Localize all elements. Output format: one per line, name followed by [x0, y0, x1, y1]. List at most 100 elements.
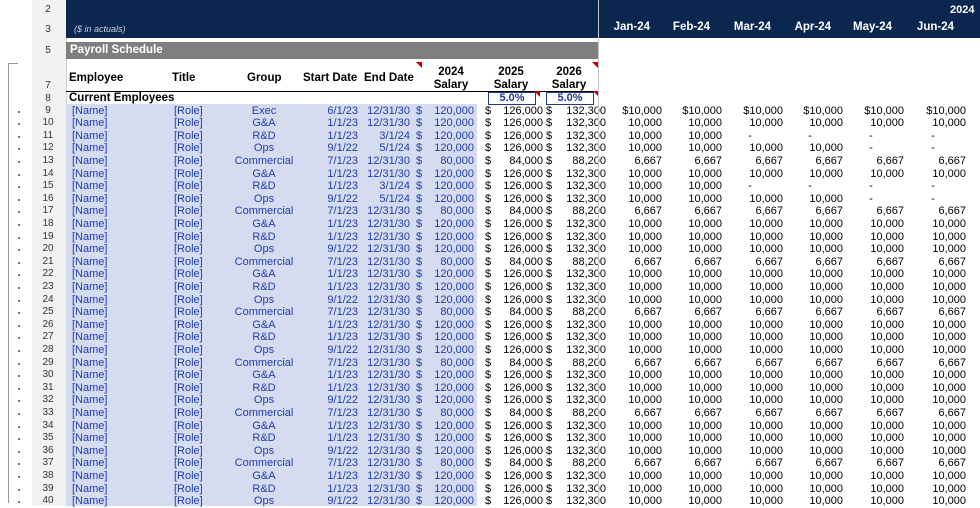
monthly-payroll-cell[interactable]: - [908, 130, 958, 143]
monthly-payroll-cell[interactable]: 6,667 [604, 155, 662, 168]
monthly-payroll-cell[interactable]: 10,000 [785, 117, 843, 130]
salary-2025-cell[interactable]: $126,000 [485, 470, 543, 483]
start-date-cell[interactable]: 7/1/23 [304, 256, 358, 269]
salary-2024-cell[interactable]: $120,000 [416, 445, 474, 458]
monthly-payroll-cell[interactable]: 10,000 [846, 420, 904, 433]
employee-name-cell[interactable]: [Name] [72, 180, 107, 193]
start-date-cell[interactable]: 1/1/23 [304, 180, 358, 193]
monthly-payroll-cell[interactable]: 10,000 [785, 331, 843, 344]
monthly-payroll-cell[interactable]: 10,000 [785, 483, 843, 496]
growth-2025-input[interactable]: 5.0% [488, 92, 536, 105]
salary-2024-cell[interactable]: $120,000 [416, 142, 474, 155]
employee-name-cell[interactable]: [Name] [72, 268, 107, 281]
end-date-cell[interactable]: 12/31/30 [360, 483, 410, 496]
start-date-cell[interactable]: 7/1/23 [304, 205, 358, 218]
end-date-cell[interactable]: 12/31/30 [360, 256, 410, 269]
salary-2026-cell[interactable]: $132,300 [546, 105, 606, 118]
end-date-cell[interactable]: 12/31/30 [360, 168, 410, 181]
group-cell[interactable]: Ops [214, 445, 314, 458]
monthly-payroll-cell[interactable]: 10,000 [908, 243, 966, 256]
monthly-payroll-cell[interactable]: 10,000 [664, 243, 722, 256]
start-date-cell[interactable]: 7/1/23 [304, 457, 358, 470]
group-cell[interactable]: R&D [214, 281, 314, 294]
monthly-payroll-cell[interactable]: 10,000 [664, 268, 722, 281]
title-cell[interactable]: [Role] [174, 218, 203, 231]
salary-2024-cell[interactable]: $80,000 [416, 407, 474, 420]
end-date-cell[interactable]: 12/31/30 [360, 382, 410, 395]
group-cell[interactable]: Commercial [214, 457, 314, 470]
monthly-payroll-cell[interactable]: 10,000 [908, 483, 966, 496]
monthly-payroll-cell[interactable]: 10,000 [604, 445, 662, 458]
comment-indicator-icon[interactable] [416, 62, 422, 68]
start-date-cell[interactable]: 1/1/23 [304, 231, 358, 244]
group-cell[interactable]: R&D [214, 382, 314, 395]
salary-2024-cell[interactable]: $120,000 [416, 180, 474, 193]
salary-2024-cell[interactable]: $120,000 [416, 268, 474, 281]
monthly-payroll-cell[interactable]: 10,000 [908, 117, 966, 130]
salary-2024-cell[interactable]: $80,000 [416, 205, 474, 218]
monthly-payroll-cell[interactable]: 10,000 [664, 130, 722, 143]
monthly-payroll-cell[interactable]: 6,667 [604, 256, 662, 269]
salary-2024-cell[interactable]: $120,000 [416, 243, 474, 256]
monthly-payroll-cell[interactable]: 10,000 [725, 382, 783, 395]
salary-2024-cell[interactable]: $120,000 [416, 432, 474, 445]
monthly-payroll-cell[interactable]: 10,000 [604, 268, 662, 281]
monthly-payroll-cell[interactable]: 10,000 [664, 445, 722, 458]
salary-2026-cell[interactable]: $132,300 [546, 231, 606, 244]
monthly-payroll-cell[interactable]: 10,000 [725, 470, 783, 483]
salary-2026-cell[interactable]: $132,300 [546, 344, 606, 357]
monthly-payroll-cell[interactable]: 10,000 [664, 231, 722, 244]
group-cell[interactable]: Ops [214, 294, 314, 307]
month-header[interactable]: Jan-24 [592, 21, 650, 33]
employee-name-cell[interactable]: [Name] [72, 331, 107, 344]
monthly-payroll-cell[interactable]: 10,000 [664, 180, 722, 193]
group-cell[interactable]: G&A [214, 218, 314, 231]
row-number[interactable]: 7 [32, 80, 64, 92]
start-date-cell[interactable]: 1/1/23 [304, 369, 358, 382]
start-date-cell[interactable]: 1/1/23 [304, 117, 358, 130]
monthly-payroll-cell[interactable]: 10,000 [785, 193, 843, 206]
end-date-cell[interactable]: 12/31/30 [360, 457, 410, 470]
monthly-payroll-cell[interactable]: 6,667 [725, 205, 783, 218]
monthly-payroll-cell[interactable]: 10,000 [785, 432, 843, 445]
salary-2026-cell[interactable]: $132,300 [546, 432, 606, 445]
group-cell[interactable]: Commercial [214, 357, 314, 370]
row-number[interactable]: 5 [32, 45, 64, 57]
col-header-title[interactable]: Title [172, 72, 195, 85]
salary-2025-cell[interactable]: $126,000 [485, 294, 543, 307]
start-date-cell[interactable]: 7/1/23 [304, 357, 358, 370]
monthly-payroll-cell[interactable]: 6,667 [604, 407, 662, 420]
monthly-payroll-cell[interactable]: $10,000 [785, 105, 843, 118]
group-cell[interactable]: Commercial [214, 306, 314, 319]
salary-2025-cell[interactable]: $126,000 [485, 369, 543, 382]
monthly-payroll-cell[interactable]: 10,000 [604, 382, 662, 395]
row-number[interactable]: 18 [32, 218, 64, 230]
monthly-payroll-cell[interactable]: 6,667 [908, 457, 966, 470]
group-cell[interactable]: R&D [214, 432, 314, 445]
salary-2026-cell[interactable]: $88,200 [546, 457, 606, 470]
salary-2024-cell[interactable]: $120,000 [416, 319, 474, 332]
group-cell[interactable]: G&A [214, 268, 314, 281]
title-cell[interactable]: [Role] [174, 432, 203, 445]
salary-2026-cell[interactable]: $88,200 [546, 256, 606, 269]
row-number[interactable]: 21 [32, 256, 64, 268]
start-date-cell[interactable]: 1/1/23 [304, 483, 358, 496]
start-date-cell[interactable]: 1/1/23 [304, 432, 358, 445]
monthly-payroll-cell[interactable]: $10,000 [604, 105, 662, 118]
monthly-payroll-cell[interactable]: 10,000 [846, 445, 904, 458]
monthly-payroll-cell[interactable]: 6,667 [908, 306, 966, 319]
monthly-payroll-cell[interactable]: 10,000 [846, 331, 904, 344]
row-number[interactable]: 33 [32, 407, 64, 419]
title-cell[interactable]: [Role] [174, 117, 203, 130]
end-date-cell[interactable]: 12/31/30 [360, 331, 410, 344]
title-cell[interactable]: [Role] [174, 155, 203, 168]
end-date-cell[interactable]: 5/1/24 [360, 142, 410, 155]
monthly-payroll-cell[interactable]: 10,000 [664, 117, 722, 130]
salary-2026-cell[interactable]: $132,300 [546, 168, 606, 181]
salary-2024-cell[interactable]: $120,000 [416, 470, 474, 483]
monthly-payroll-cell[interactable]: 10,000 [664, 218, 722, 231]
monthly-payroll-cell[interactable]: 6,667 [664, 256, 722, 269]
group-cell[interactable]: R&D [214, 483, 314, 496]
group-cell[interactable]: Ops [214, 243, 314, 256]
title-cell[interactable]: [Role] [174, 382, 203, 395]
